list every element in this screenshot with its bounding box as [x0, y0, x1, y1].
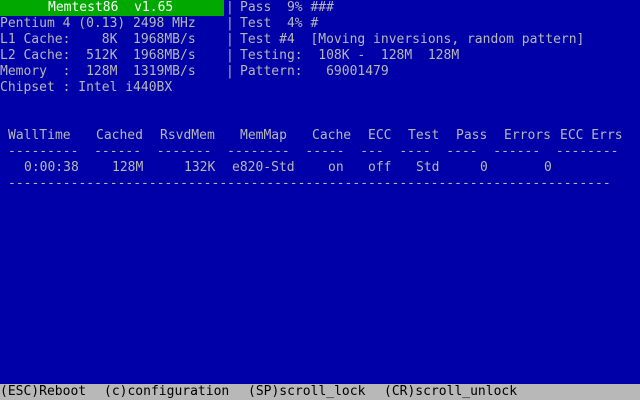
reboot-key[interactable]: (ESC)Reboot: [0, 384, 86, 400]
column-separator: |: [226, 16, 234, 31]
testing-range: Testing: 108K - 128M 128M: [240, 48, 460, 63]
row-ecc: off: [368, 160, 392, 175]
row-walltime: 0:00:38: [24, 160, 79, 175]
row-memmap: e820-Std: [232, 160, 295, 175]
row-cached: 128M: [112, 160, 144, 175]
l2-cache-info: L2 Cache: 512K 1968MB/s: [0, 48, 196, 63]
row-rsvdmem: 132K: [184, 160, 216, 175]
row-errors: 0: [544, 160, 552, 175]
test-progress: Test 4% #: [240, 16, 319, 31]
header-ecc-errs: ECC Errs: [560, 128, 623, 143]
column-separator: |: [226, 48, 234, 63]
header-walltime: WallTime: [8, 128, 71, 143]
app-title: Memtest86 v1.65: [48, 0, 174, 15]
header-ecc: ECC: [368, 128, 392, 143]
table-bottom-divider: ----------------------------------------…: [8, 176, 611, 191]
current-test: Test #4 [Moving inversions, random patte…: [240, 32, 585, 47]
chipset-info: Chipset : Intel i440BX: [0, 80, 173, 95]
column-separator: |: [226, 32, 234, 47]
header-rsvdmem: RsvdMem: [160, 128, 215, 143]
header-memmap: MemMap: [240, 128, 287, 143]
header-test: Test: [408, 128, 440, 143]
column-separator: |: [226, 0, 234, 15]
header-divider: --------- ------ ------- -------- ----- …: [8, 144, 619, 159]
header-cached: Cached: [96, 128, 143, 143]
header-cache: Cache: [312, 128, 352, 143]
test-pattern: Pattern: 69001479: [240, 64, 389, 79]
row-cache: on: [328, 160, 344, 175]
scroll-lock-key[interactable]: (SP)scroll_lock: [248, 384, 365, 400]
l1-cache-info: L1 Cache: 8K 1968MB/s: [0, 32, 196, 47]
cpu-info: Pentium 4 (0.13) 2498 MHz: [0, 16, 196, 31]
pass-progress: Pass 9% ###: [240, 0, 334, 15]
scroll-unlock-key[interactable]: (CR)scroll_unlock: [384, 384, 517, 400]
header-pass: Pass: [456, 128, 488, 143]
row-test: Std: [416, 160, 440, 175]
title-bar: Memtest86 v1.65: [0, 0, 224, 16]
footer-bar: (ESC)Reboot (c)configuration (SP)scroll_…: [0, 384, 640, 400]
configuration-key[interactable]: (c)configuration: [104, 384, 229, 400]
column-separator: |: [226, 64, 234, 79]
header-errors: Errors: [504, 128, 551, 143]
memory-info: Memory : 128M 1319MB/s: [0, 64, 196, 79]
memtest-screen: { "title": "Memtest86 v1.65", "left_info…: [0, 0, 640, 400]
row-pass: 0: [480, 160, 488, 175]
